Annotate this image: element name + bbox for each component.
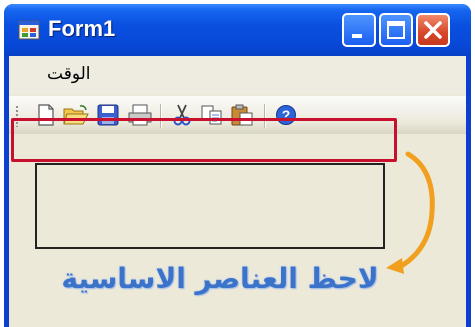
- close-button[interactable]: [416, 13, 450, 47]
- window-title: Form1: [48, 16, 116, 41]
- close-icon: [424, 21, 442, 39]
- maximize-button[interactable]: [379, 13, 413, 47]
- minimize-icon: [352, 34, 362, 38]
- menu-item-time[interactable]: الوقت: [47, 64, 91, 84]
- menu-bar: الوقت: [9, 56, 466, 94]
- minimize-button[interactable]: [342, 13, 376, 47]
- annotation-text: لاحظ العناصر الاساسية: [61, 262, 379, 295]
- maximize-icon: [387, 21, 405, 39]
- annotation-arrow-icon: [386, 151, 435, 274]
- title-bar[interactable]: Form1: [4, 4, 471, 56]
- app-icon: [18, 20, 40, 40]
- text-box[interactable]: [35, 163, 385, 249]
- toolbar-highlight-box: [11, 118, 397, 162]
